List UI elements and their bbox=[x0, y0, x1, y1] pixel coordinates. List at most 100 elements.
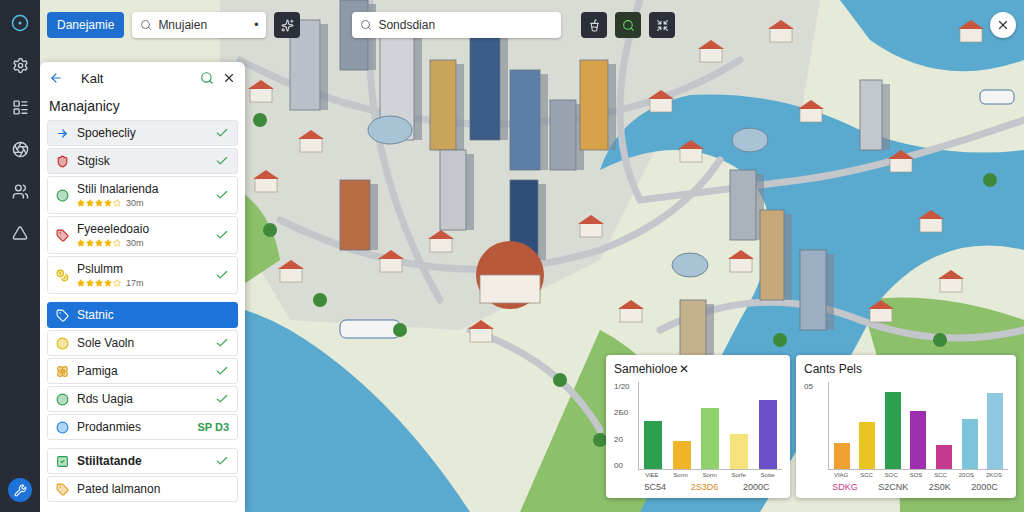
shrink-icon[interactable] bbox=[649, 12, 675, 38]
users-icon[interactable] bbox=[9, 180, 31, 202]
bar[interactable] bbox=[701, 408, 719, 469]
list-row[interactable]: Fyeeeledoaio30m bbox=[47, 216, 238, 254]
item-meta: 30m bbox=[126, 198, 144, 208]
list-row[interactable]: Rds Uagia bbox=[47, 386, 238, 412]
y-axis: 05 bbox=[804, 382, 822, 470]
panel-title: Kalt bbox=[71, 71, 192, 86]
search-icon bbox=[140, 19, 152, 31]
close-icon[interactable] bbox=[222, 71, 236, 85]
item-icon bbox=[56, 309, 69, 322]
wrench-icon[interactable] bbox=[8, 478, 32, 502]
item-label: Pslulmm bbox=[77, 262, 207, 276]
item-icon bbox=[56, 155, 69, 168]
app: Danejamie Mnujaien• Sondsdian Kalt Manajanic… bbox=[0, 0, 1024, 512]
search-icon bbox=[360, 19, 372, 31]
check-icon bbox=[215, 154, 229, 168]
bar[interactable] bbox=[936, 445, 952, 469]
bar[interactable] bbox=[859, 422, 875, 469]
section-row[interactable]: Statnic bbox=[47, 302, 238, 328]
back-icon[interactable] bbox=[49, 71, 63, 85]
search-icon[interactable] bbox=[200, 71, 214, 85]
item-label: Pated lalmanon bbox=[77, 482, 229, 496]
chart-footer: 5C542S3D62000C bbox=[614, 482, 782, 492]
triangle-icon[interactable] bbox=[9, 222, 31, 244]
bar[interactable] bbox=[987, 393, 1003, 469]
search-icon[interactable] bbox=[615, 12, 641, 38]
bar-plot bbox=[638, 382, 782, 470]
list-row[interactable]: Pamiga bbox=[47, 358, 238, 384]
chart-footer: SDKGS2CNK2S0K2000C bbox=[804, 482, 1008, 492]
item-label: Stgisk bbox=[77, 154, 207, 168]
y-axis: 1/202Б02000 bbox=[614, 382, 632, 470]
chart-card: Cants Pels05VIAGSCCSOCSOSSCC20OS2KOSSDKG… bbox=[796, 355, 1016, 498]
list-row[interactable]: Sole Vaoln bbox=[47, 330, 238, 356]
field-marker: • bbox=[254, 18, 258, 32]
item-icon bbox=[56, 365, 69, 378]
star-icon bbox=[113, 239, 121, 247]
cup-icon[interactable] bbox=[581, 12, 607, 38]
item-icon bbox=[56, 189, 69, 202]
list-row[interactable]: Prodanmies SP D3 bbox=[47, 414, 238, 440]
item-label: Stili lnalarienda bbox=[77, 182, 207, 196]
list-row[interactable]: Pslulmm 17m bbox=[47, 256, 238, 294]
chart-title: Cants Pels bbox=[804, 362, 1008, 378]
bar[interactable] bbox=[673, 441, 691, 469]
rating: 17m bbox=[77, 278, 207, 288]
chart-close[interactable]: ✕ bbox=[679, 362, 689, 378]
aperture-icon[interactable] bbox=[9, 138, 31, 160]
check-icon bbox=[215, 364, 229, 378]
logo-icon[interactable] bbox=[9, 12, 31, 34]
list-row[interactable]: Spoehecliy bbox=[47, 120, 238, 146]
rating: 30m bbox=[77, 198, 207, 208]
item-label: Stiiltatande bbox=[77, 454, 207, 468]
panel-header: Kalt bbox=[47, 62, 238, 90]
item-meta: 17m bbox=[126, 278, 144, 288]
star-icon bbox=[113, 279, 121, 287]
bar[interactable] bbox=[885, 392, 901, 469]
item-label: Prodanmies bbox=[77, 420, 189, 434]
sparkles-icon[interactable] bbox=[274, 12, 300, 38]
section-row[interactable]: Stiiltatande bbox=[47, 448, 238, 474]
bar[interactable] bbox=[644, 421, 662, 469]
top-bar: Danejamie Mnujaien• Sondsdian bbox=[47, 12, 1016, 38]
check-icon bbox=[215, 188, 229, 202]
bar[interactable] bbox=[730, 434, 748, 469]
settings-icon[interactable] bbox=[9, 54, 31, 76]
item-icon bbox=[56, 455, 69, 468]
star-icon bbox=[95, 199, 103, 207]
star-icon bbox=[113, 199, 121, 207]
item-label: Statnic bbox=[77, 308, 229, 322]
bar[interactable] bbox=[962, 419, 978, 469]
bar[interactable] bbox=[834, 443, 850, 469]
primary-button[interactable]: Danejamie bbox=[47, 12, 124, 38]
item-value: SP D3 bbox=[197, 421, 229, 433]
list-row[interactable]: Pated lalmanon bbox=[47, 476, 238, 502]
bar[interactable] bbox=[910, 411, 926, 469]
list-icon[interactable] bbox=[9, 96, 31, 118]
check-icon bbox=[215, 126, 229, 140]
item-list: SpoehecliyStgiskStili lnalarienda30mFyee… bbox=[47, 120, 238, 502]
side-panel: Kalt ManajanicySpoehecliy Stgisk Stili lnal… bbox=[40, 62, 245, 512]
check-icon bbox=[215, 228, 229, 242]
star-icon bbox=[104, 279, 112, 287]
close-icon[interactable] bbox=[990, 12, 1016, 38]
search-field[interactable]: Sondsdian bbox=[352, 12, 561, 38]
item-meta: 30m bbox=[126, 238, 144, 248]
check-icon bbox=[215, 336, 229, 350]
star-icon bbox=[86, 239, 94, 247]
chart-row: Samehioloe✕1/202Б02000ViEESormSormSorfeS… bbox=[606, 355, 1016, 498]
list-row[interactable]: Stili lnalarienda 30m bbox=[47, 176, 238, 214]
panel-heading: Manajanicy bbox=[47, 90, 238, 120]
bar[interactable] bbox=[759, 400, 777, 469]
list-row[interactable]: Stgisk bbox=[47, 148, 238, 174]
star-icon bbox=[86, 279, 94, 287]
search-field[interactable]: Mnujaien• bbox=[132, 12, 266, 38]
item-label: Pamiga bbox=[77, 364, 207, 378]
item-icon bbox=[56, 337, 69, 350]
star-icon bbox=[104, 239, 112, 247]
star-icon bbox=[77, 279, 85, 287]
rating: 30m bbox=[77, 238, 207, 248]
star-icon bbox=[77, 239, 85, 247]
map-area: Danejamie Mnujaien• Sondsdian Kalt Manajanic… bbox=[40, 0, 1024, 512]
item-label: Sole Vaoln bbox=[77, 336, 207, 350]
